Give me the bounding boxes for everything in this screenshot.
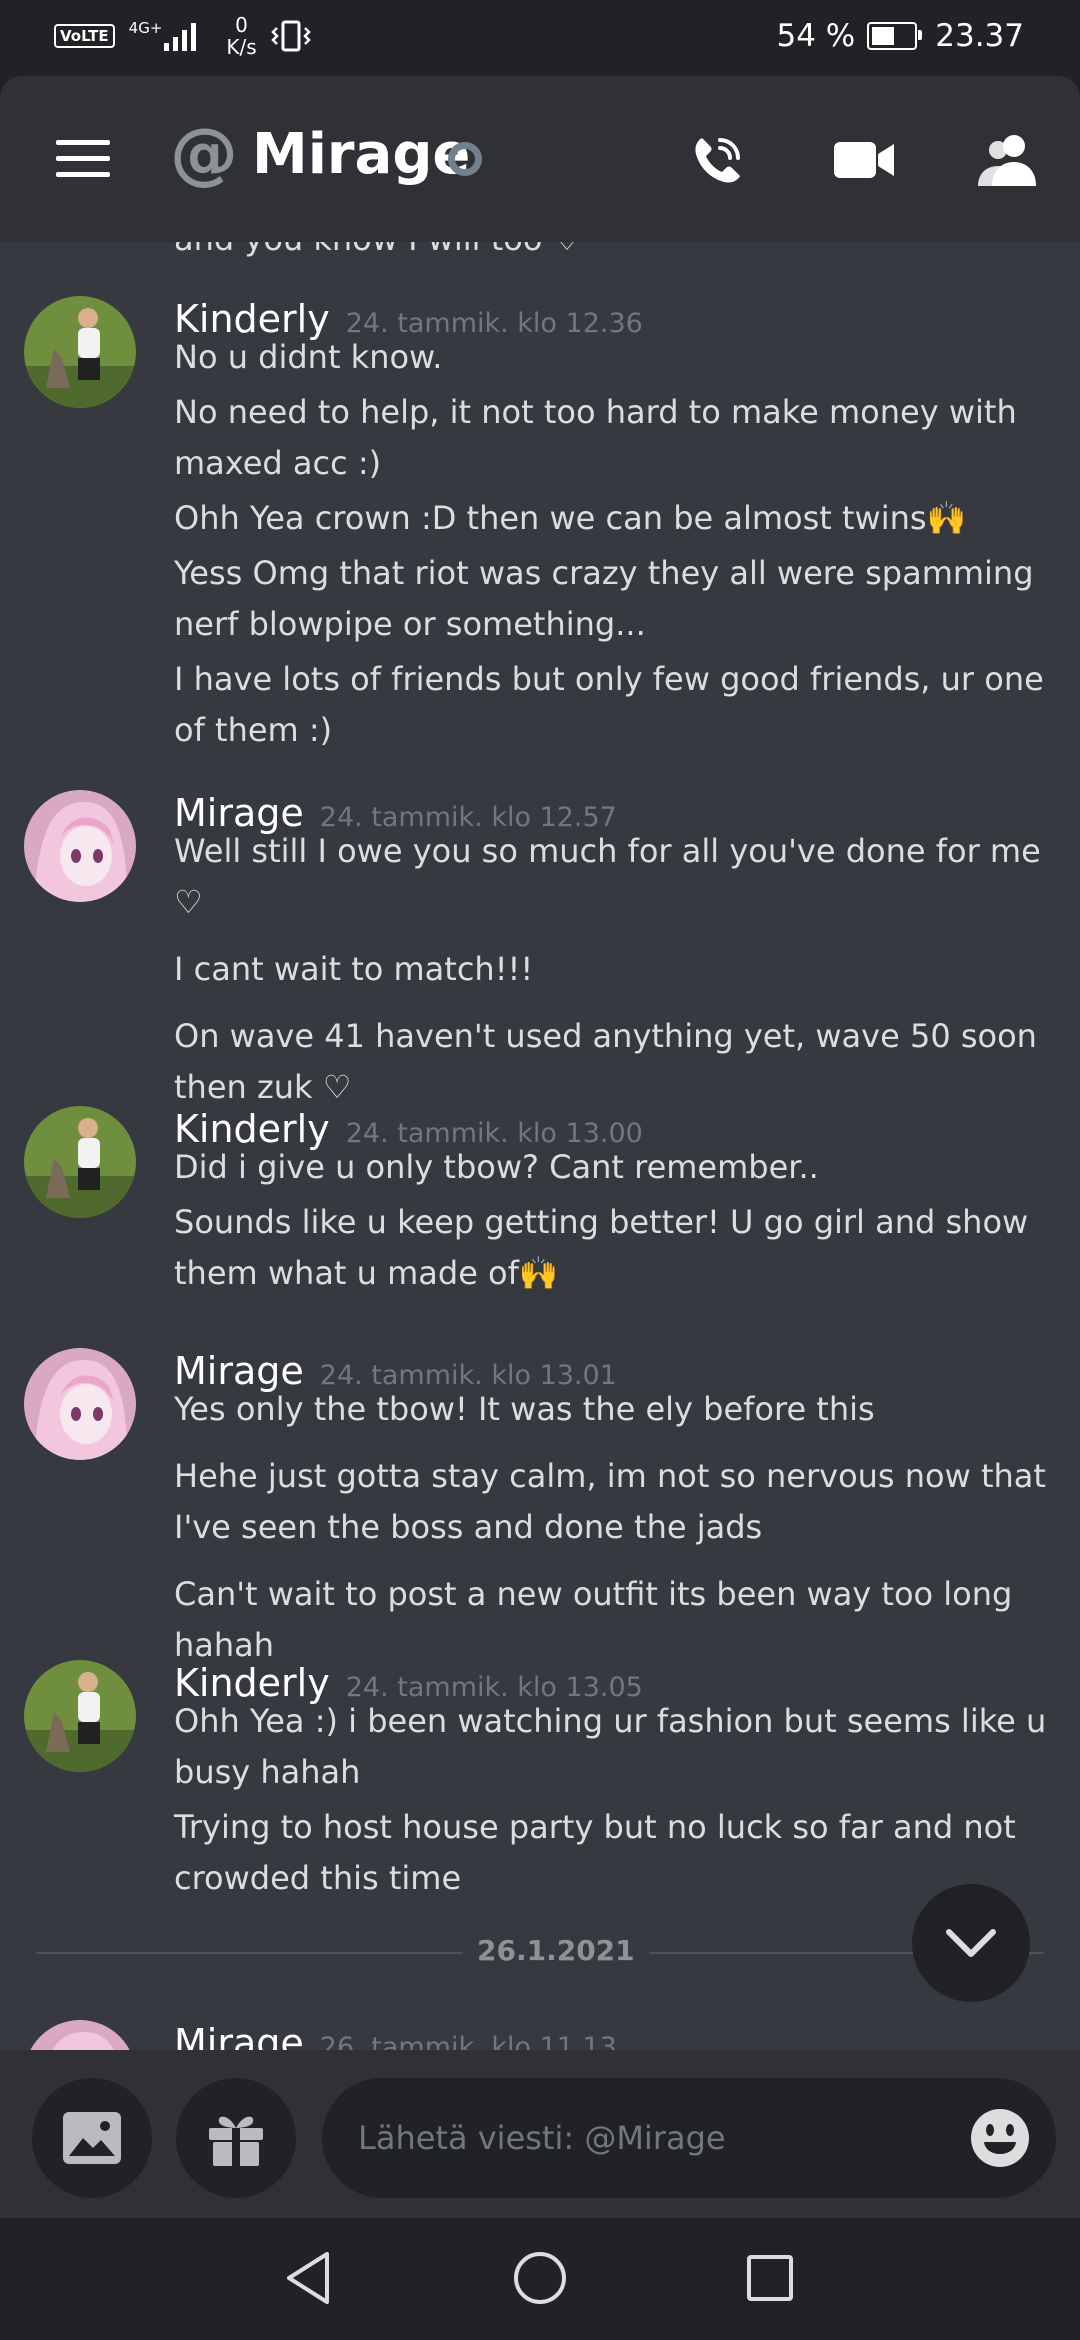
message-timestamp: 26. tammik. klo 11.13 bbox=[319, 2032, 617, 2050]
message-line: Sounds like u keep getting better! U go … bbox=[174, 1203, 1029, 1292]
message-input[interactable]: Lähetä viesti: @Mirage bbox=[322, 2078, 1056, 2198]
gift-icon bbox=[209, 2116, 263, 2166]
page-title[interactable]: Mirage bbox=[252, 120, 470, 190]
image-icon bbox=[63, 2112, 121, 2164]
header-background: @ Mirage bbox=[0, 76, 1080, 242]
emoji-icon[interactable] bbox=[970, 2108, 1030, 2168]
battery-icon bbox=[867, 22, 923, 50]
message-line: No need to help, it not too hard to make… bbox=[174, 393, 1017, 482]
message-line: I have lots of friends but only few good… bbox=[174, 660, 1044, 749]
back-icon[interactable] bbox=[278, 2248, 338, 2308]
status-offline-icon bbox=[448, 142, 482, 176]
system-navigation-bar bbox=[0, 2218, 1080, 2340]
avatar-mirage[interactable] bbox=[24, 1348, 136, 1460]
message-line: Did i give u only tbow? Cant remember.. bbox=[174, 1148, 819, 1186]
message-content: Well still I owe you so much for all you… bbox=[174, 826, 1054, 1117]
message-line: Yes only the tbow! It was the ely before… bbox=[174, 1390, 875, 1428]
composer-bar: Lähetä viesti: @Mirage bbox=[0, 2050, 1080, 2218]
at-icon: @ bbox=[170, 114, 238, 193]
members-icon[interactable] bbox=[976, 128, 1040, 192]
phone-call-icon[interactable] bbox=[686, 128, 750, 192]
avatar-kinderly[interactable] bbox=[24, 296, 136, 408]
message-line: I cant wait to match!!! bbox=[174, 950, 534, 988]
message-line: No u didnt know. bbox=[174, 338, 443, 376]
message-line: Hehe just gotta stay calm, im not so ner… bbox=[174, 1457, 1046, 1546]
message-line: Yess Omg that riot was crazy they all we… bbox=[174, 554, 1034, 643]
menu-icon[interactable] bbox=[56, 140, 110, 178]
avatar-mirage[interactable] bbox=[24, 2020, 136, 2050]
gift-button[interactable] bbox=[176, 2078, 296, 2198]
scroll-to-bottom-button[interactable] bbox=[912, 1884, 1030, 2002]
channel-header: @ Mirage bbox=[0, 76, 1080, 242]
status-bar: VoLTE 4G+ 0 K/s 54 % 23.37 bbox=[0, 0, 1080, 76]
home-icon[interactable] bbox=[510, 2248, 570, 2308]
signal-icon bbox=[164, 23, 197, 51]
speed-value: 0 bbox=[235, 13, 248, 37]
video-camera-icon[interactable] bbox=[832, 128, 896, 192]
message-content: No u didnt know. No need to help, it not… bbox=[174, 332, 1054, 760]
network-speed: 0 K/s bbox=[226, 14, 256, 58]
volte-badge: VoLTE bbox=[54, 24, 115, 48]
vibrate-icon bbox=[270, 20, 311, 52]
attach-image-button[interactable] bbox=[32, 2078, 152, 2198]
message-list[interactable]: and you know I will too ♡ Kinderly24. ta… bbox=[0, 242, 1080, 2050]
message-line: Can't wait to post a new outfit its been… bbox=[174, 1575, 1013, 1664]
recents-icon[interactable] bbox=[740, 2248, 800, 2308]
network-type: 4G+ bbox=[128, 19, 163, 37]
message-content: Ohh Yea :) i been watching ur fashion bu… bbox=[174, 1696, 1054, 1908]
date-divider: 26.1.2021 bbox=[463, 1934, 649, 1967]
avatar-kinderly[interactable] bbox=[24, 1106, 136, 1218]
message-line-cut: and you know I will too ♡ bbox=[174, 242, 581, 258]
avatar-kinderly[interactable] bbox=[24, 1660, 136, 1772]
message-line: On wave 41 haven't used anything yet, wa… bbox=[174, 1017, 1037, 1106]
clock: 23.37 bbox=[935, 18, 1024, 54]
message-content: Did i give u only tbow? Cant remember.. … bbox=[174, 1142, 1054, 1303]
message-line: Trying to host house party but no luck s… bbox=[174, 1808, 1016, 1897]
message-author[interactable]: Mirage 26. tammik. klo 11.13 bbox=[174, 2020, 617, 2050]
avatar-mirage[interactable] bbox=[24, 790, 136, 902]
message-content: Yes only the tbow! It was the ely before… bbox=[174, 1384, 1054, 1675]
message-line: Ohh Yea crown :D then we can be almost t… bbox=[174, 499, 967, 537]
message-line: Ohh Yea :) i been watching ur fashion bu… bbox=[174, 1702, 1047, 1791]
battery-percent: 54 % bbox=[776, 18, 856, 54]
message-input-placeholder: Lähetä viesti: @Mirage bbox=[358, 2119, 726, 2157]
chevron-down-icon bbox=[946, 1929, 996, 1957]
author-name[interactable]: Mirage bbox=[174, 2021, 304, 2050]
message-line: Well still I owe you so much for all you… bbox=[174, 832, 1041, 921]
speed-unit: K/s bbox=[226, 35, 257, 59]
